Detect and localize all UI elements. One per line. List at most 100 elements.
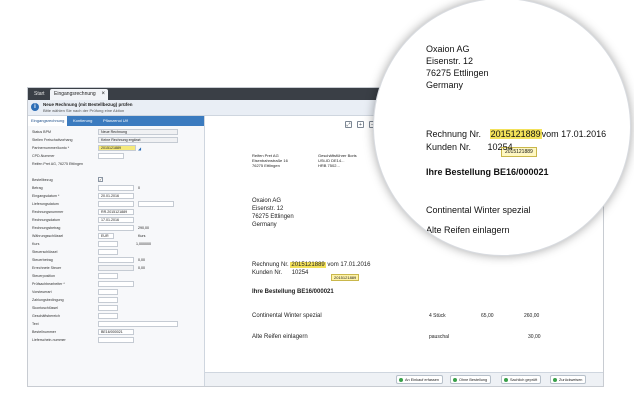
tab-eingangsrechnung-form[interactable]: Eingangsrechnung [28, 116, 68, 126]
bestellnummer-label: Bestellnummer [32, 330, 56, 334]
form-row-bestellnummer: Bestellnummer BE16/000021 [28, 328, 204, 336]
kurs-label: Kurs [32, 242, 40, 246]
customer-number: 10254 [291, 270, 309, 276]
address-line: Eisenstr. 12 [252, 206, 284, 212]
vorsteuerart-field[interactable] [98, 289, 118, 295]
tab-kontierung[interactable]: Kontierung [70, 116, 95, 126]
form-row-zahlungsbedingung: Zahlungsbedingung [28, 296, 204, 304]
mag-line-item: Continental Winter spezial [426, 205, 531, 215]
skontoschluessel-label: Skontoschlüssel [32, 306, 58, 310]
form-row-waehrung: Währungsschlüssel EUR Kurs [28, 232, 204, 240]
mag-address-line: Germany [426, 80, 464, 90]
cpd-field[interactable] [98, 153, 124, 159]
steuerbetrag-label: Steuerbetrag [32, 258, 53, 262]
form-row-steuerposition: Steuerposition [28, 272, 204, 280]
form-row-kurs: Kurs 1,000000 [28, 240, 204, 248]
form-row-lieferschein: Lieferschein-nummer [28, 336, 204, 344]
form-row-status: Status BPM Neue Rechnung [28, 128, 204, 136]
bestellbezug-checkbox[interactable]: ✓ [98, 177, 103, 182]
mag-customer-label: Kunden Nr. [426, 142, 472, 152]
magnifier-lens: Oxaion AG Eisenstr. 12 76275 Ettlingen G… [373, 0, 631, 256]
tab-eingangsrechnung[interactable]: Eingangsrechnung × [50, 89, 108, 100]
steuerposition-field[interactable] [98, 273, 118, 279]
pruefsachbearbeiter-field[interactable] [98, 281, 134, 287]
eingangsdatum-field[interactable]: 20.01.2016 [98, 193, 134, 199]
vorsteuerart-label: Vorsteuerart [32, 290, 52, 294]
stellen-field: Keine Rechnung ergänzt [98, 137, 178, 143]
rechnungsnummer-field[interactable]: RR.2015121889 [98, 209, 134, 215]
eingangsdatum-label: Eingangsdatum * [32, 194, 60, 198]
form-row-pruefsachbearbeiter: Prüfsachbearbeiter * [28, 280, 204, 288]
waehrung-field[interactable]: EUR [98, 233, 114, 239]
rechnungsbetrag-label: Rechnungsbetrag [32, 226, 61, 230]
ohne-bestellung-button[interactable]: Ohne Bestellung [450, 375, 492, 384]
form-row-bestellbezug: Bestellbezug ✓ [28, 176, 204, 184]
mag-invoice-line: Rechnung Nr. 2015121889vom 17.01.2016 [426, 129, 606, 139]
customer-label: Kunden Nr. [252, 270, 283, 276]
action-bar: An Einkauf erfassen Ohne Bestellung Sach… [205, 372, 603, 386]
mag-address-line: Oxaion AG [426, 44, 470, 54]
invoice-number: 2015121889 [290, 262, 326, 268]
rechnungsdatum-field[interactable]: 17.01.2016 [98, 217, 134, 223]
rechnungsdatum-label: Rechnungsdatum [32, 218, 61, 222]
form-row-lieferungsdatum: Lieferungsdatum [28, 200, 204, 208]
doc-customer-line: Kunden Nr. 10254 [252, 270, 308, 276]
cpd-label: CPD-Nummer [32, 154, 55, 158]
tab-pflanzenol[interactable]: Pflanzenol Ulf [100, 116, 131, 126]
bestellnummer-field[interactable]: BE16/000021 [98, 329, 134, 335]
skontoschluessel-field[interactable] [98, 305, 118, 311]
text-field[interactable] [98, 321, 178, 327]
mag-order-reference: Ihre Bestellung BE16/000021 [426, 167, 549, 177]
address-line: 76275 Ettlingen [252, 214, 294, 220]
line-item-qty: 4 Stück [429, 313, 446, 319]
doc-invoice-line: Rechnung Nr. 2015121889 vom 17.01.2016 [252, 262, 370, 268]
kurs-field[interactable] [98, 241, 118, 247]
rechnungsbetrag-value: 290,00 [138, 226, 149, 230]
line-item-qty: pauschal [429, 334, 450, 340]
sachlich-geprueft-button[interactable]: Sachlich geprüft [501, 375, 542, 384]
check-icon [453, 378, 457, 382]
lieferschein-field[interactable] [98, 337, 134, 343]
sachlich-geprueft-label: Sachlich geprüft [510, 378, 538, 382]
lieferungsdatum-field[interactable] [98, 201, 134, 207]
status-field: Neue Rechnung [98, 129, 178, 135]
line-item-desc: Alte Reifen einlagern [252, 334, 308, 340]
errechnete-steuer-value: 0,00 [138, 266, 145, 270]
steuerbetrag-field[interactable] [98, 257, 134, 263]
line-item-total: 260,00 [524, 313, 540, 319]
zurueckweisen-button[interactable]: Zurückweisen [550, 375, 587, 384]
form-row-betrag: Betrag 0 [28, 184, 204, 192]
order-reference: Ihre Bestellung BE16/000021 [252, 289, 334, 295]
zoom-in-icon[interactable]: + [357, 121, 364, 128]
doc-sender-block: Reifen Pret AG Eisenbahnstraße 16 76275 … [252, 153, 288, 168]
text-label: Text [32, 322, 39, 326]
an-einkauf-button[interactable]: An Einkauf erfassen [396, 375, 443, 384]
zahlungsbedingung-label: Zahlungsbedingung [32, 298, 64, 302]
form-row-skontoschluessel: Skontoschlüssel [28, 304, 204, 312]
geschaeftsbereich-field[interactable] [98, 313, 118, 319]
waehrung-label: Währungsschlüssel [32, 234, 64, 238]
geschaeftsbereich-label: Geschäftsbereich [32, 314, 60, 318]
partner-label: Partnernummer/konto * [32, 146, 70, 150]
lieferungsdatum-bis-field[interactable] [138, 201, 174, 207]
partner-field[interactable]: 2015121889 [98, 145, 136, 151]
form-row-eingangsdatum: Eingangsdatum * 20.01.2016 [28, 192, 204, 200]
address-line: Germany [252, 222, 277, 228]
steuerschluessel-field[interactable] [98, 249, 118, 255]
betrag-field[interactable] [98, 185, 134, 191]
info-icon: i [31, 103, 39, 111]
rechnungsbetrag-field[interactable] [98, 225, 134, 231]
steuerposition-label: Steuerposition [32, 274, 55, 278]
expand-icon[interactable]: ⤢ [345, 121, 352, 128]
zahlungsbedingung-field[interactable] [98, 297, 118, 303]
invoice-date: vom 17.01.2016 [327, 262, 371, 268]
zurueckweisen-label: Zurückweisen [559, 378, 583, 382]
lieferungsdatum-label: Lieferungsdatum [32, 202, 59, 206]
ohne-bestellung-label: Ohne Bestellung [459, 378, 488, 382]
steuerschluessel-label: Steuerschlüssel [32, 250, 58, 254]
close-icon[interactable]: × [101, 89, 105, 100]
mag-customer-line: Kunden Nr. 10254 [426, 142, 513, 152]
doc-info-line: HRB 7502... [318, 163, 340, 168]
status-label: Status BPM [32, 130, 51, 134]
tab-start[interactable]: Start [30, 89, 48, 100]
